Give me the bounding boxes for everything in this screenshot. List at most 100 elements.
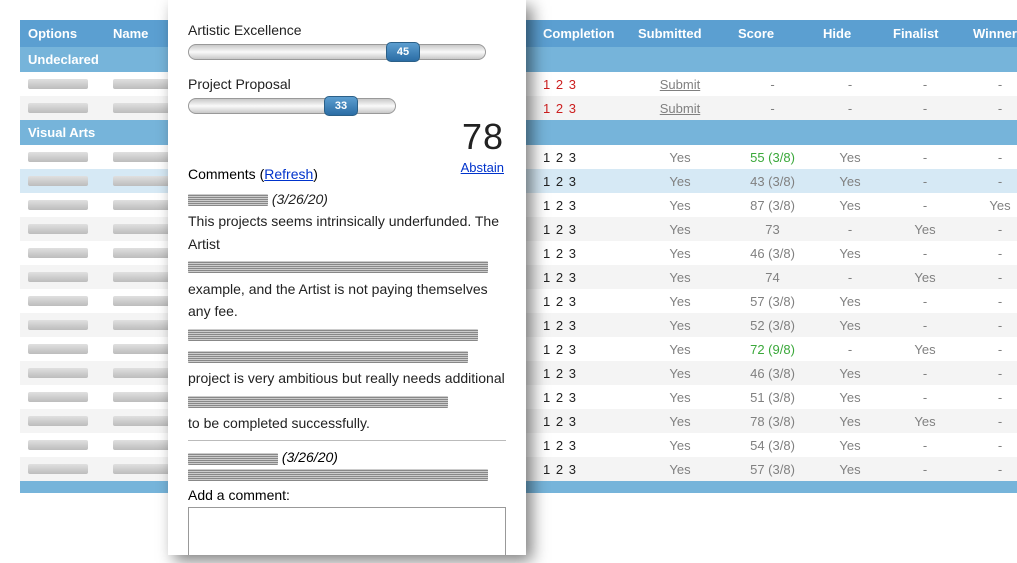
completion-cell: 1 2 3	[535, 361, 630, 385]
completion-cell: 1 2 3	[535, 409, 630, 433]
col-header: Finalist	[885, 20, 965, 47]
hide-cell: -	[815, 217, 885, 241]
completion-step[interactable]: 1	[543, 101, 550, 116]
comments-header: Comments (Refresh)	[188, 166, 506, 182]
submitted-cell: Yes	[630, 385, 730, 409]
submitted-cell: Yes	[630, 145, 730, 169]
completion-step[interactable]: 2	[556, 77, 563, 92]
submitted-cell: Yes	[630, 217, 730, 241]
completion-cell: 1 2 3	[535, 457, 630, 481]
submitted-cell: Yes	[630, 361, 730, 385]
finalist-cell: -	[885, 433, 965, 457]
abstain-link[interactable]: Abstain	[461, 160, 504, 175]
winner-cell: -	[965, 96, 1017, 120]
score-cell: 87 (3/8)	[730, 193, 815, 217]
hide-cell: Yes	[815, 169, 885, 193]
winner-cell: -	[965, 409, 1017, 433]
completion-step[interactable]: 3	[569, 77, 576, 92]
finalist-cell: Yes	[885, 337, 965, 361]
finalist-cell: Yes	[885, 409, 965, 433]
completion-step[interactable]: 3	[569, 101, 576, 116]
score-cell: 52 (3/8)	[730, 313, 815, 337]
col-header: Submitted	[630, 20, 730, 47]
score-cell: 46 (3/8)	[730, 241, 815, 265]
score-slider[interactable]: 33	[188, 96, 506, 116]
score-cell: 46 (3/8)	[730, 361, 815, 385]
hide-cell: Yes	[815, 241, 885, 265]
winner-cell: -	[965, 457, 1017, 481]
score-cell: 78 (3/8)	[730, 409, 815, 433]
winner-cell: -	[965, 265, 1017, 289]
hide-cell: -	[815, 96, 885, 120]
completion-cell: 1 2 3	[535, 433, 630, 457]
hide-cell: Yes	[815, 145, 885, 169]
hide-cell: -	[815, 265, 885, 289]
score-cell: 51 (3/8)	[730, 385, 815, 409]
score-cell: 57 (3/8)	[730, 457, 815, 481]
hide-cell: Yes	[815, 361, 885, 385]
col-header: Hide	[815, 20, 885, 47]
hide-cell: Yes	[815, 313, 885, 337]
hide-cell: Yes	[815, 193, 885, 217]
hide-cell: Yes	[815, 433, 885, 457]
submitted-cell: Yes	[630, 265, 730, 289]
winner-cell: -	[965, 361, 1017, 385]
score-cell: 43 (3/8)	[730, 169, 815, 193]
finalist-cell: -	[885, 385, 965, 409]
score-cell: 74	[730, 265, 815, 289]
col-header: Completion	[535, 20, 630, 47]
submitted-cell: Yes	[630, 289, 730, 313]
completion-cell: 1 2 3	[535, 385, 630, 409]
comment-textarea[interactable]	[188, 507, 506, 555]
winner-cell: Yes	[965, 193, 1017, 217]
comment-1: (3/26/20) This projects seems intrinsica…	[188, 188, 506, 441]
completion-step[interactable]: 1	[543, 77, 550, 92]
hide-cell: Yes	[815, 457, 885, 481]
winner-cell: -	[965, 433, 1017, 457]
col-header: Winner	[965, 20, 1017, 47]
completion-cell: 1 2 3	[535, 241, 630, 265]
col-header: Options	[20, 20, 105, 47]
winner-cell: -	[965, 217, 1017, 241]
finalist-cell: -	[885, 361, 965, 385]
completion-cell: 1 2 3	[535, 72, 630, 96]
submitted-cell: Yes	[630, 169, 730, 193]
refresh-comments-link[interactable]: Refresh	[264, 166, 313, 182]
completion-cell: 1 2 3	[535, 145, 630, 169]
winner-cell: -	[965, 145, 1017, 169]
score-cell: 57 (3/8)	[730, 289, 815, 313]
completion-cell: 1 2 3	[535, 289, 630, 313]
winner-cell: -	[965, 72, 1017, 96]
slider-handle[interactable]: 33	[324, 96, 358, 116]
hide-cell: Yes	[815, 409, 885, 433]
completion-cell: 1 2 3	[535, 96, 630, 120]
score-cell: 73	[730, 217, 815, 241]
score-cell: -	[730, 72, 815, 96]
hide-cell: -	[815, 337, 885, 361]
submit-link[interactable]: Submit	[660, 77, 700, 92]
scoring-modal: Artistic Excellence45Project Proposal33 …	[168, 0, 526, 555]
submitted-cell: Yes	[630, 241, 730, 265]
submitted-cell: Yes	[630, 193, 730, 217]
submit-link[interactable]: Submit	[660, 101, 700, 116]
finalist-cell: -	[885, 145, 965, 169]
finalist-cell: -	[885, 313, 965, 337]
submitted-cell: Yes	[630, 457, 730, 481]
hide-cell: Yes	[815, 385, 885, 409]
hide-cell: -	[815, 72, 885, 96]
slider-handle[interactable]: 45	[386, 42, 420, 62]
completion-cell: 1 2 3	[535, 217, 630, 241]
submitted-cell: Yes	[630, 433, 730, 457]
submitted-cell: Yes	[630, 409, 730, 433]
winner-cell: -	[965, 313, 1017, 337]
score-slider[interactable]: 45	[188, 42, 506, 62]
completion-step[interactable]: 2	[556, 101, 563, 116]
finalist-cell: -	[885, 169, 965, 193]
completion-cell: 1 2 3	[535, 169, 630, 193]
finalist-cell: -	[885, 457, 965, 481]
winner-cell: -	[965, 337, 1017, 361]
finalist-cell: Yes	[885, 265, 965, 289]
submitted-cell: Yes	[630, 313, 730, 337]
completion-cell: 1 2 3	[535, 337, 630, 361]
finalist-cell: -	[885, 72, 965, 96]
